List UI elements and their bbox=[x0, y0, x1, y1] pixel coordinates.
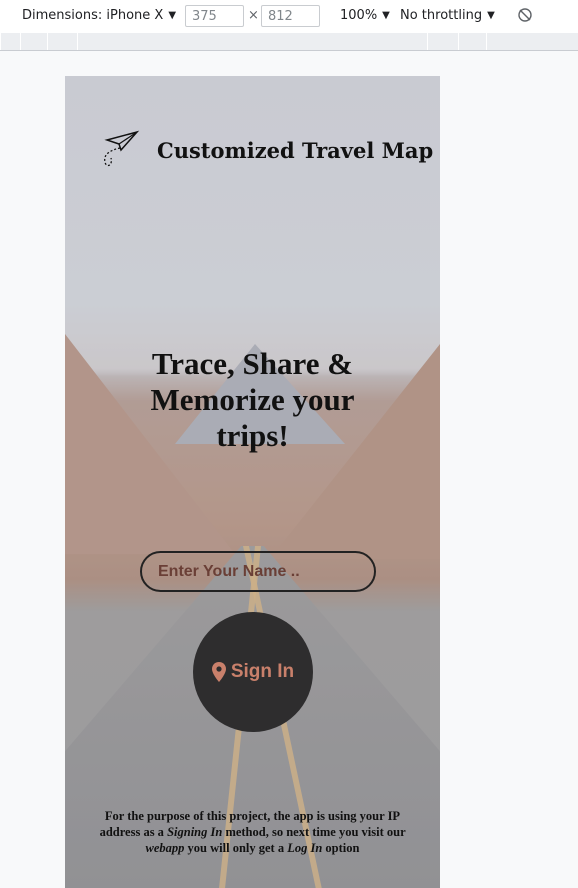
hero-headline: Trace, Share & Memorize your trips! bbox=[65, 346, 440, 454]
dimensions-label: Dimensions: iPhone X bbox=[22, 8, 164, 23]
dimensions-dropdown[interactable]: Dimensions: iPhone X ▼ bbox=[22, 8, 176, 23]
rotate-icon[interactable] bbox=[517, 7, 533, 27]
location-pin-icon bbox=[211, 662, 226, 682]
throttling-label: No throttling bbox=[400, 8, 483, 23]
caret-down-icon: ▼ bbox=[487, 10, 495, 21]
info-note: For the purpose of this project, the app… bbox=[99, 809, 406, 855]
times-sign: × bbox=[248, 8, 259, 23]
device-toolbar: Dimensions: iPhone X ▼ × 100% ▼ No throt… bbox=[0, 0, 578, 34]
caret-down-icon: ▼ bbox=[168, 10, 177, 21]
sign-in-label: Sign In bbox=[230, 661, 295, 682]
throttling-dropdown[interactable]: No throttling ▼ bbox=[400, 8, 495, 23]
phone-viewport: Customized Travel Map Trace, Share & Mem… bbox=[65, 76, 440, 888]
caret-down-icon: ▼ bbox=[382, 10, 390, 21]
height-input[interactable] bbox=[261, 5, 320, 27]
zoom-label: 100% bbox=[340, 8, 378, 23]
app-title: Customized Travel Map bbox=[157, 137, 434, 163]
zoom-dropdown[interactable]: 100% ▼ bbox=[340, 8, 390, 23]
width-input[interactable] bbox=[185, 5, 244, 27]
name-input[interactable] bbox=[140, 551, 376, 592]
app-header: Customized Travel Map bbox=[101, 128, 433, 172]
headline-line-3: trips! bbox=[216, 418, 289, 453]
sign-in-button[interactable]: Sign In bbox=[193, 612, 313, 732]
paper-plane-icon bbox=[101, 128, 141, 172]
headline-line-2: Memorize your bbox=[150, 382, 355, 417]
headline-line-1: Trace, Share & bbox=[151, 346, 354, 381]
media-query-ruler bbox=[0, 33, 578, 51]
